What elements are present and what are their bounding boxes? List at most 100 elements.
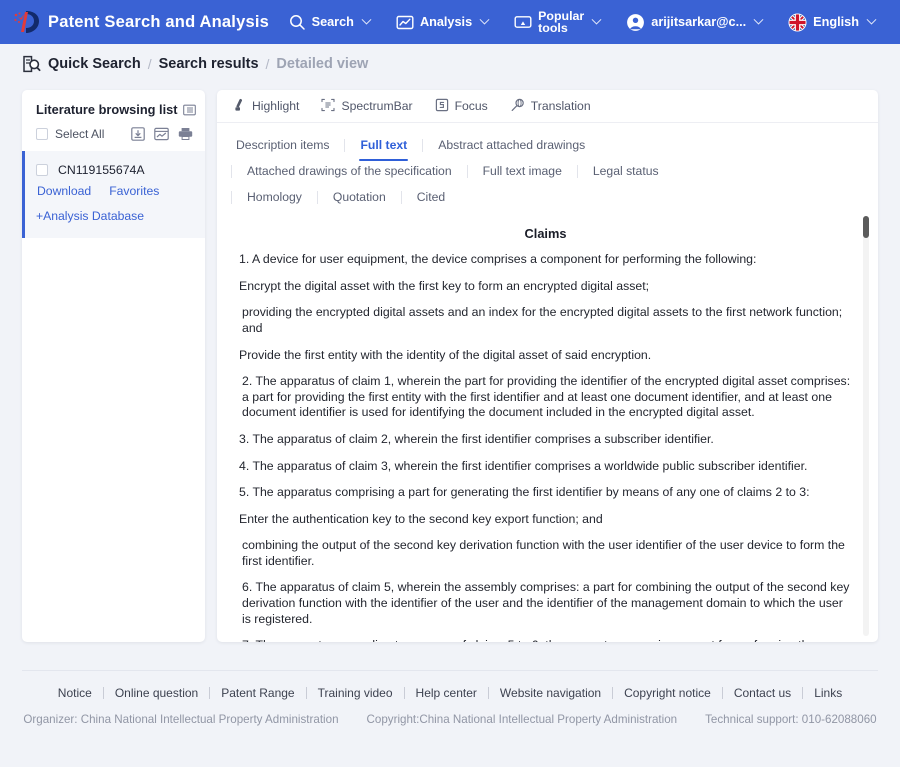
highlight-label: Highlight	[252, 99, 300, 114]
favorites-link[interactable]: Favorites	[109, 184, 159, 198]
search-icon	[289, 14, 306, 31]
footer-link-contact-us[interactable]: Contact us	[723, 686, 802, 700]
sidebar-tools: Select All	[22, 123, 205, 151]
download-link[interactable]: Download	[37, 184, 91, 198]
page-footer: Notice Online question Patent Range Trai…	[0, 671, 900, 726]
scrollbar-thumb[interactable]	[863, 216, 869, 239]
footer-links: Notice Online question Patent Range Trai…	[0, 686, 900, 700]
spectrumbar-button[interactable]: SpectrumBar	[321, 98, 413, 115]
claim-paragraph: 4. The apparatus of claim 3, wherein the…	[239, 458, 808, 473]
print-icon[interactable]	[178, 127, 193, 141]
tab-quotation[interactable]: Quotation	[318, 186, 401, 208]
tab-attached-drawings-specification[interactable]: Attached drawings of the specification	[232, 160, 467, 182]
list-item[interactable]: CN119155674A Download Favorites +Analysi…	[22, 151, 205, 238]
chevron-down-icon	[479, 14, 490, 25]
sidebar-tool-icons	[131, 127, 193, 141]
footer-link-links[interactable]: Links	[803, 686, 853, 700]
nav-analysis[interactable]: Analysis	[383, 0, 501, 44]
nav-user-label: arijitsarkar@c...	[651, 15, 747, 29]
literature-row: CN119155674A	[36, 163, 195, 177]
tab-bar: Description items Full text Abstract att…	[217, 123, 878, 214]
translation-label: Translation	[530, 99, 591, 114]
analysis-database-link[interactable]: +Analysis Database	[36, 209, 144, 223]
highlighter-icon	[232, 98, 246, 115]
tab-cited[interactable]: Cited	[402, 186, 460, 208]
chevron-down-icon	[361, 14, 372, 25]
select-all-checkbox[interactable]	[36, 128, 48, 140]
page-body: Literature browsing list Select All CN11…	[0, 84, 900, 644]
claim-paragraph: combining the output of the second key d…	[242, 538, 845, 568]
tab-description-items[interactable]: Description items	[233, 134, 344, 156]
detail-panel: Highlight SpectrumBar Focus Translation …	[217, 90, 878, 642]
literature-id: CN119155674A	[58, 163, 145, 177]
footer-link-online-question[interactable]: Online question	[104, 686, 209, 700]
footer-link-help-center[interactable]: Help center	[405, 686, 488, 700]
nav-popular-tools-label: Popular tools	[538, 9, 584, 35]
chevron-down-icon	[753, 14, 764, 25]
breadcrumb-item-search-results[interactable]: Search results	[159, 56, 259, 72]
header-nav: Search Analysis Popular tools arijitsark…	[276, 0, 888, 44]
claim-paragraph: 5. The apparatus comprising a part for g…	[239, 485, 810, 500]
spectrumbar-label: SpectrumBar	[341, 99, 413, 114]
nav-language-label: English	[813, 15, 859, 29]
breadcrumb: Quick Search / Search results / Detailed…	[0, 44, 900, 84]
tab-row-3: Homology Quotation Cited	[217, 184, 878, 210]
monitor-icon	[514, 14, 532, 31]
claim-paragraph: 2. The apparatus of claim 1, wherein the…	[242, 374, 851, 420]
footer-link-training-video[interactable]: Training video	[307, 686, 404, 700]
tab-row-1: Description items Full text Abstract att…	[217, 132, 878, 162]
tab-homology[interactable]: Homology	[232, 186, 317, 208]
footer-link-copyright-notice[interactable]: Copyright notice	[613, 686, 722, 700]
footer-organizer: Organizer: China National Intellectual P…	[23, 713, 339, 726]
translation-icon	[510, 98, 525, 115]
tab-full-text-image[interactable]: Full text image	[468, 160, 577, 182]
nav-search[interactable]: Search	[276, 0, 383, 44]
footer-link-patent-range[interactable]: Patent Range	[210, 686, 305, 700]
tab-legal-status[interactable]: Legal status	[578, 160, 674, 182]
app-title: Patent Search and Analysis	[48, 12, 270, 31]
highlight-button[interactable]: Highlight	[232, 98, 299, 115]
claim-paragraph: Encrypt the digital asset with the first…	[239, 278, 650, 293]
literature-checkbox[interactable]	[36, 164, 48, 176]
patent-p-logo-icon[interactable]	[10, 7, 44, 37]
claim-paragraph: Enter the authentication key to the seco…	[239, 511, 603, 526]
tab-row-2: Attached drawings of the specification F…	[217, 158, 878, 184]
spectrumbar-icon	[321, 98, 335, 115]
footer-link-website-navigation[interactable]: Website navigation	[489, 686, 612, 700]
breadcrumb-item-quick-search[interactable]: Quick Search	[48, 56, 141, 72]
nav-user-account[interactable]: arijitsarkar@c...	[613, 0, 775, 44]
footer-copyright: Copyright:China National Intellectual Pr…	[366, 713, 678, 726]
chevron-down-icon	[866, 14, 877, 25]
claim-paragraph: providing the encrypted digital assets a…	[242, 305, 843, 335]
sidebar-title: Literature browsing list	[36, 102, 178, 117]
nav-popular-tools[interactable]: Popular tools	[501, 0, 613, 44]
collapse-panel-icon[interactable]	[182, 104, 196, 116]
nav-search-label: Search	[311, 15, 354, 29]
claim-paragraph: 3. The apparatus of claim 2, wherein the…	[239, 431, 714, 446]
breadcrumb-separator: /	[147, 56, 152, 72]
literature-browsing-sidebar: Literature browsing list Select All CN11…	[22, 90, 205, 642]
chart-image-icon[interactable]	[154, 127, 169, 141]
footer-link-notice[interactable]: Notice	[47, 686, 103, 700]
breadcrumb-separator: /	[265, 56, 270, 72]
tab-abstract-attached-drawings[interactable]: Abstract attached drawings	[423, 134, 600, 156]
tab-full-text[interactable]: Full text	[345, 134, 422, 162]
content-scrollbar[interactable]	[863, 216, 869, 636]
sidebar-header: Literature browsing list	[22, 90, 205, 123]
claim-paragraph: 7. The apparatus according to any one of…	[239, 638, 852, 642]
claim-paragraph: 1. A device for user equipment, the devi…	[239, 252, 757, 267]
focus-button[interactable]: Focus	[435, 98, 488, 115]
translation-button[interactable]: Translation	[510, 98, 591, 115]
focus-label: Focus	[454, 99, 488, 114]
user-avatar-icon	[626, 13, 645, 32]
literature-actions: Download Favorites	[36, 184, 195, 198]
document-title: Claims	[524, 226, 567, 242]
chevron-down-icon	[591, 14, 602, 25]
claim-paragraph: 6. The apparatus of claim 5, wherein the…	[242, 580, 850, 626]
analysis-chart-icon	[396, 14, 414, 31]
download-icon[interactable]	[131, 127, 145, 141]
nav-language[interactable]: English	[775, 0, 888, 44]
select-all-label[interactable]: Select All	[55, 127, 104, 141]
footer-meta: Organizer: China National Intellectual P…	[0, 713, 900, 726]
document-content: Claims 1. A device for user equipment, t…	[217, 214, 878, 642]
